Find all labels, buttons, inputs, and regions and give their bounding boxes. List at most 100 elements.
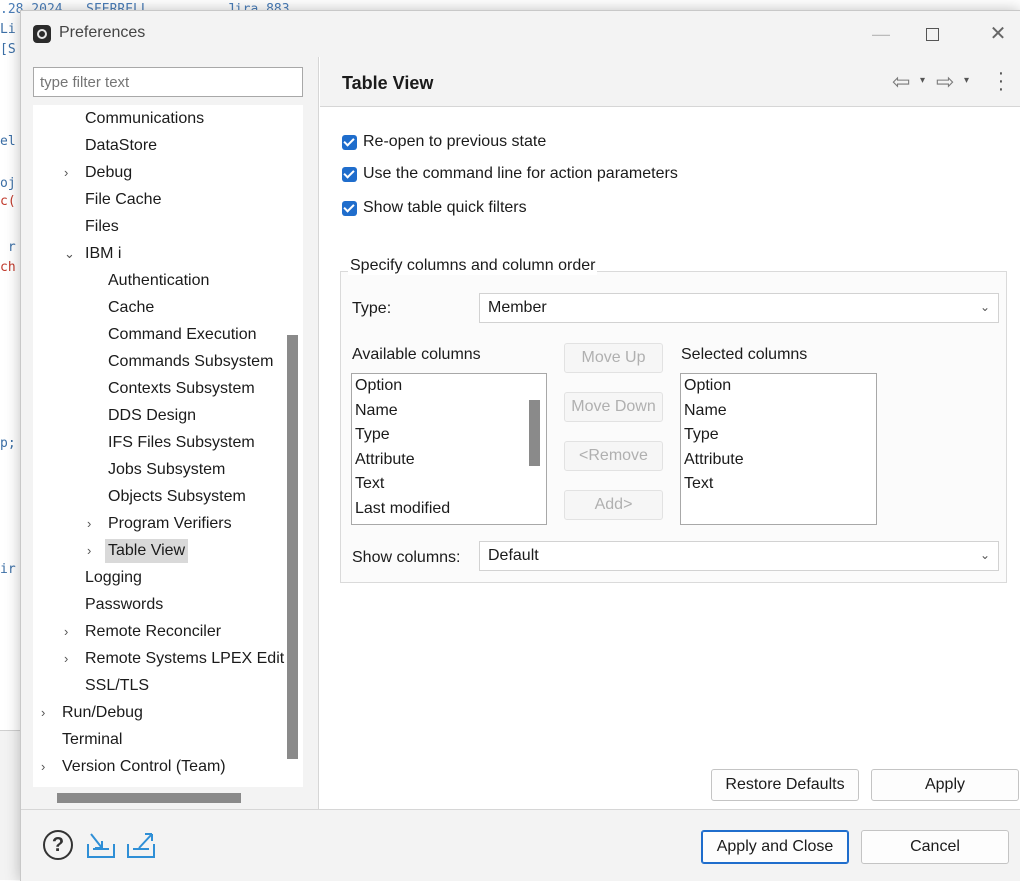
tree-item[interactable]: IBM i [82, 242, 124, 266]
list-item[interactable]: Text [681, 472, 876, 497]
left-pane: Communications DataStore › Debug File Cache F… [21, 57, 319, 809]
tree-item[interactable]: IFS Files Subsystem [105, 431, 258, 455]
chevron-right-icon[interactable]: › [87, 512, 91, 536]
list-item[interactable]: Attribute [681, 448, 876, 473]
background-panel [0, 730, 22, 880]
background-editor-line: el [0, 134, 16, 149]
minimize-button[interactable]: — [866, 21, 896, 47]
tree-item[interactable]: DDS Design [105, 404, 199, 428]
available-list-scrollbar[interactable] [529, 400, 540, 466]
tree-item[interactable]: Terminal [59, 728, 125, 752]
tree-item[interactable]: Program Verifiers [105, 512, 235, 536]
restore-defaults-button[interactable]: Restore Defaults [711, 769, 859, 801]
checkbox-quick-filters[interactable]: Show table quick filters [342, 197, 527, 219]
show-columns-combo[interactable]: Default ⌄ [479, 541, 999, 571]
chevron-right-icon[interactable]: › [64, 647, 68, 671]
list-item[interactable]: Name [681, 399, 876, 424]
help-icon[interactable]: ? [43, 830, 73, 860]
checkbox-reopen[interactable]: Re-open to previous state [342, 131, 546, 153]
checkbox-command-line[interactable]: Use the command line for action paramete… [342, 163, 678, 185]
page-title: Table View [342, 73, 434, 93]
tree-item[interactable]: Remote Reconciler [82, 620, 224, 644]
chevron-right-icon[interactable]: › [64, 620, 68, 644]
tree-item[interactable]: Cache [105, 296, 157, 320]
checkbox-checked-icon[interactable] [342, 200, 357, 216]
tree-item[interactable]: Debug [82, 161, 135, 185]
tree-item[interactable]: Files [82, 215, 122, 239]
list-item[interactable]: Option [352, 374, 546, 399]
tree-item[interactable]: Version Control (Team) [59, 755, 229, 779]
list-item[interactable]: Attribute [352, 448, 546, 473]
remove-button[interactable]: <Remove [564, 441, 663, 471]
list-item[interactable]: Name [352, 399, 546, 424]
chevron-down-icon: ⌄ [979, 548, 990, 562]
chevron-right-icon[interactable]: › [87, 539, 91, 563]
forward-arrow-icon[interactable]: ⇨ [936, 69, 954, 95]
tree-item[interactable]: Run/Debug [59, 701, 146, 725]
list-item[interactable]: Last modified [352, 497, 546, 522]
tree-item[interactable]: Jobs Subsystem [105, 458, 228, 482]
tree-item[interactable]: Logging [82, 566, 145, 590]
checkbox-label: Show table quick filters [363, 199, 527, 216]
background-editor-line: r [0, 240, 16, 255]
chevron-right-icon[interactable]: › [64, 161, 68, 185]
move-up-button[interactable]: Move Up [564, 343, 663, 373]
checkbox-label: Re-open to previous state [363, 133, 547, 150]
tree-item[interactable]: Authentication [105, 269, 212, 293]
tree-item[interactable]: Command Execution [105, 323, 260, 347]
tree-vertical-scrollbar[interactable] [287, 335, 298, 759]
background-editor-line: Li [0, 22, 16, 37]
apply-button[interactable]: Apply [871, 769, 1019, 801]
back-dropdown-icon[interactable]: ▾ [920, 75, 925, 86]
tree-item[interactable]: Objects Subsystem [105, 485, 249, 509]
dialog-footer: ? Apply and Close Cancel [21, 809, 1020, 881]
type-label: Type: [352, 300, 392, 317]
export-icon[interactable] [125, 830, 157, 860]
background-editor-line: p; [0, 436, 16, 451]
right-pane: Table View ⇦ ▾ ⇨ ▾ · · · Re-open to previo… [320, 57, 1020, 809]
tree-item[interactable]: Passwords [82, 593, 166, 617]
chevron-right-icon[interactable]: › [41, 755, 45, 779]
chevron-right-icon[interactable]: › [41, 701, 45, 725]
list-item[interactable]: Option [681, 374, 876, 399]
forward-dropdown-icon[interactable]: ▾ [964, 75, 969, 86]
close-button[interactable]: ✕ [983, 21, 1013, 47]
checkbox-checked-icon[interactable] [342, 166, 357, 182]
import-icon[interactable] [85, 830, 117, 860]
chevron-down-icon: ⌄ [979, 300, 990, 314]
background-editor-line: [S [0, 42, 16, 57]
add-button[interactable]: Add> [564, 490, 663, 520]
cancel-button[interactable]: Cancel [861, 830, 1009, 864]
list-item[interactable]: Text [352, 472, 546, 497]
tree-item[interactable]: Remote Systems LPEX Edit [82, 647, 287, 671]
view-menu-icon[interactable]: · · · [996, 63, 1006, 99]
move-down-button[interactable]: Move Down [564, 392, 663, 422]
tree-item[interactable]: Table View [105, 539, 189, 563]
tree-item[interactable]: Commands Subsystem [105, 350, 276, 374]
background-editor-line: ch [0, 260, 16, 275]
page-header: Table View ⇦ ▾ ⇨ ▾ · · · [320, 57, 1020, 107]
tree-item[interactable]: DataStore [82, 134, 160, 158]
tree-horizontal-scrollbar[interactable] [57, 793, 241, 803]
available-columns-list[interactable]: Option Name Type Attribute Text Last modified [351, 373, 547, 525]
chevron-down-icon[interactable]: ⌄ [64, 242, 75, 266]
filter-input[interactable] [33, 67, 303, 97]
background-editor-line: ir [0, 562, 16, 577]
tree-item[interactable]: Communications [82, 107, 207, 131]
background-editor-line: oj [0, 176, 16, 191]
app-icon [33, 25, 51, 43]
group-title: Specify columns and column order [348, 257, 598, 275]
apply-and-close-button[interactable]: Apply and Close [701, 830, 849, 864]
selected-columns-list[interactable]: Option Name Type Attribute Text [680, 373, 877, 525]
type-combo[interactable]: Member ⌄ [479, 293, 999, 323]
type-value: Member [488, 299, 547, 316]
back-arrow-icon[interactable]: ⇦ [892, 69, 910, 95]
list-item[interactable]: Type [681, 423, 876, 448]
tree-item[interactable]: SSL/TLS [82, 674, 152, 698]
title-bar: Preferences — ✕ [21, 11, 1020, 57]
list-item[interactable]: Type [352, 423, 546, 448]
maximize-button[interactable] [917, 21, 947, 47]
tree-item[interactable]: Contexts Subsystem [105, 377, 258, 401]
checkbox-checked-icon[interactable] [342, 134, 357, 150]
tree-item[interactable]: File Cache [82, 188, 164, 212]
